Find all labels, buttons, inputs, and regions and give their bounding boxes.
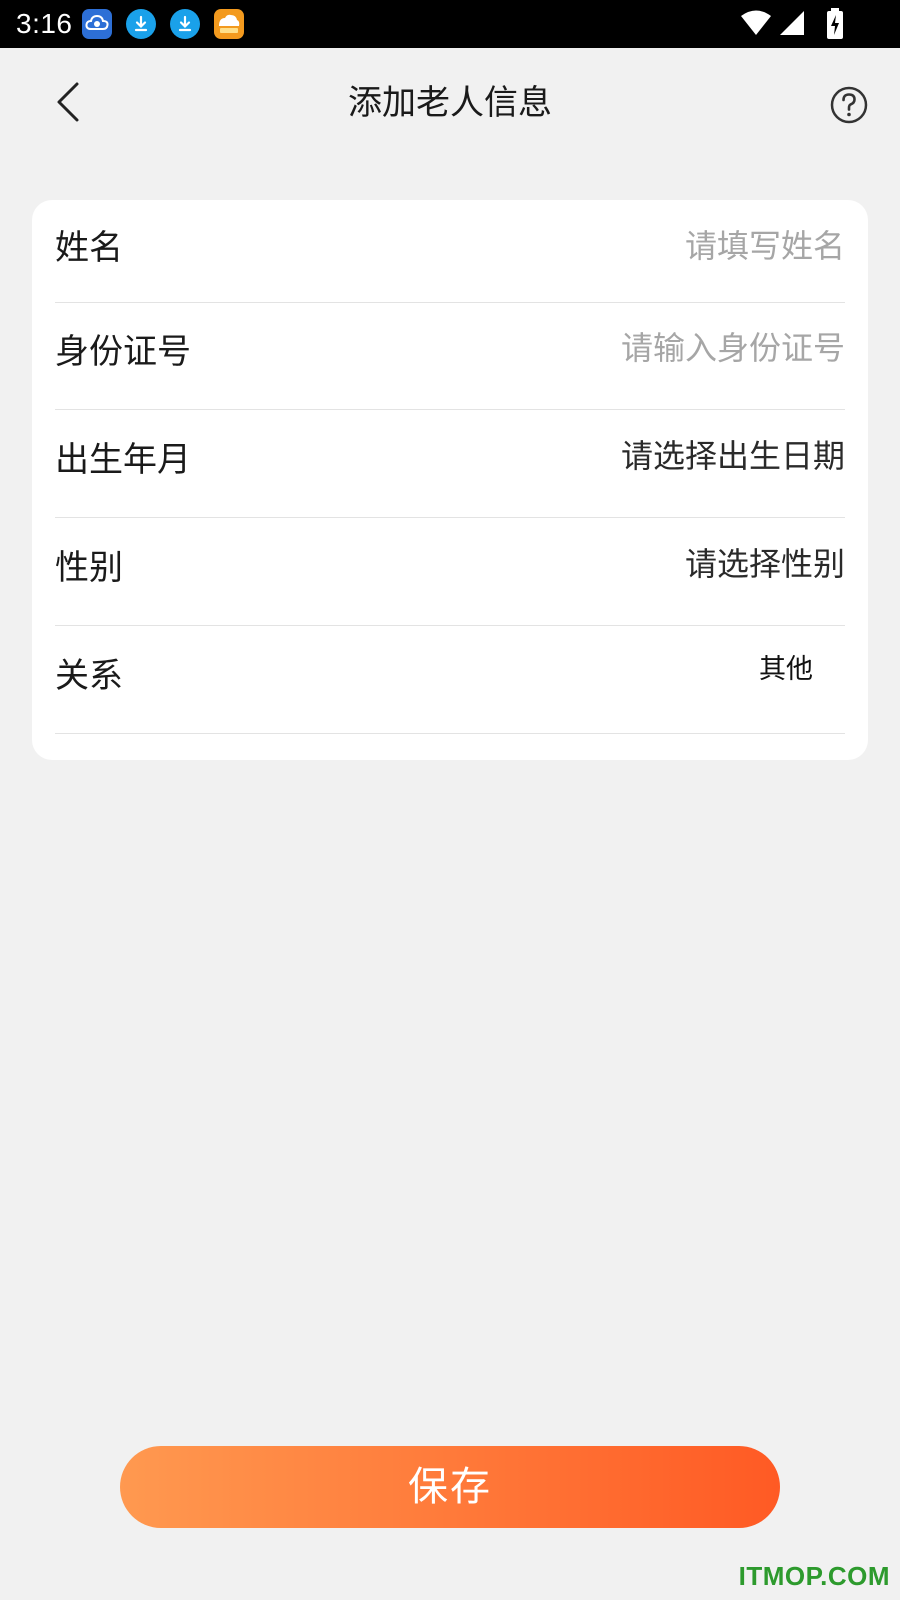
cloud-sync-icon [82,9,112,39]
status-time: 3:16 [16,8,73,39]
download-icon [126,9,156,39]
id-number-field[interactable]: 身份证号 请输入身份证号 [55,302,845,410]
question-circle-icon[interactable] [828,84,870,126]
id-number-input[interactable]: 请输入身份证号 [621,326,845,370]
orange-app-icon [214,9,244,39]
wifi-icon [741,10,771,35]
gender-field[interactable]: 性别 请选择性别 [55,518,845,626]
download-icon [170,9,200,39]
relationship-picker[interactable]: 其他 [759,648,813,692]
status-bar: 3:16 [0,0,900,48]
gender-label: 性别 [55,548,123,588]
name-label: 姓名 [55,228,123,268]
cellular-signal-icon [780,11,804,35]
relationship-label: 关系 [55,656,123,696]
page-title: 添加老人信息 [348,83,552,123]
form-card: 姓名 请填写姓名 身份证号 请输入身份证号 出生年月 请选择出生日期 性别 请选… [32,200,868,760]
name-field[interactable]: 姓名 请填写姓名 [55,200,845,303]
id-number-label: 身份证号 [55,332,191,372]
save-button[interactable]: 保存 [120,1446,780,1528]
name-input[interactable]: 请填写姓名 [685,224,845,268]
watermark: ITMOP.COM [738,1561,890,1591]
birth-date-label: 出生年月 [55,440,191,480]
screen: 3:16 添加老人信息 姓名 请填写姓名 身份证号 请输入身份证号 出生年月 请… [0,0,900,1600]
birth-date-field[interactable]: 出生年月 请选择出生日期 [55,410,845,518]
birth-date-picker[interactable]: 请选择出生日期 [621,434,845,478]
relationship-field[interactable]: 关系 其他 [55,626,845,734]
gender-picker[interactable]: 请选择性别 [685,542,845,586]
app-header: 添加老人信息 [0,48,900,166]
battery-charging-icon [827,8,843,39]
